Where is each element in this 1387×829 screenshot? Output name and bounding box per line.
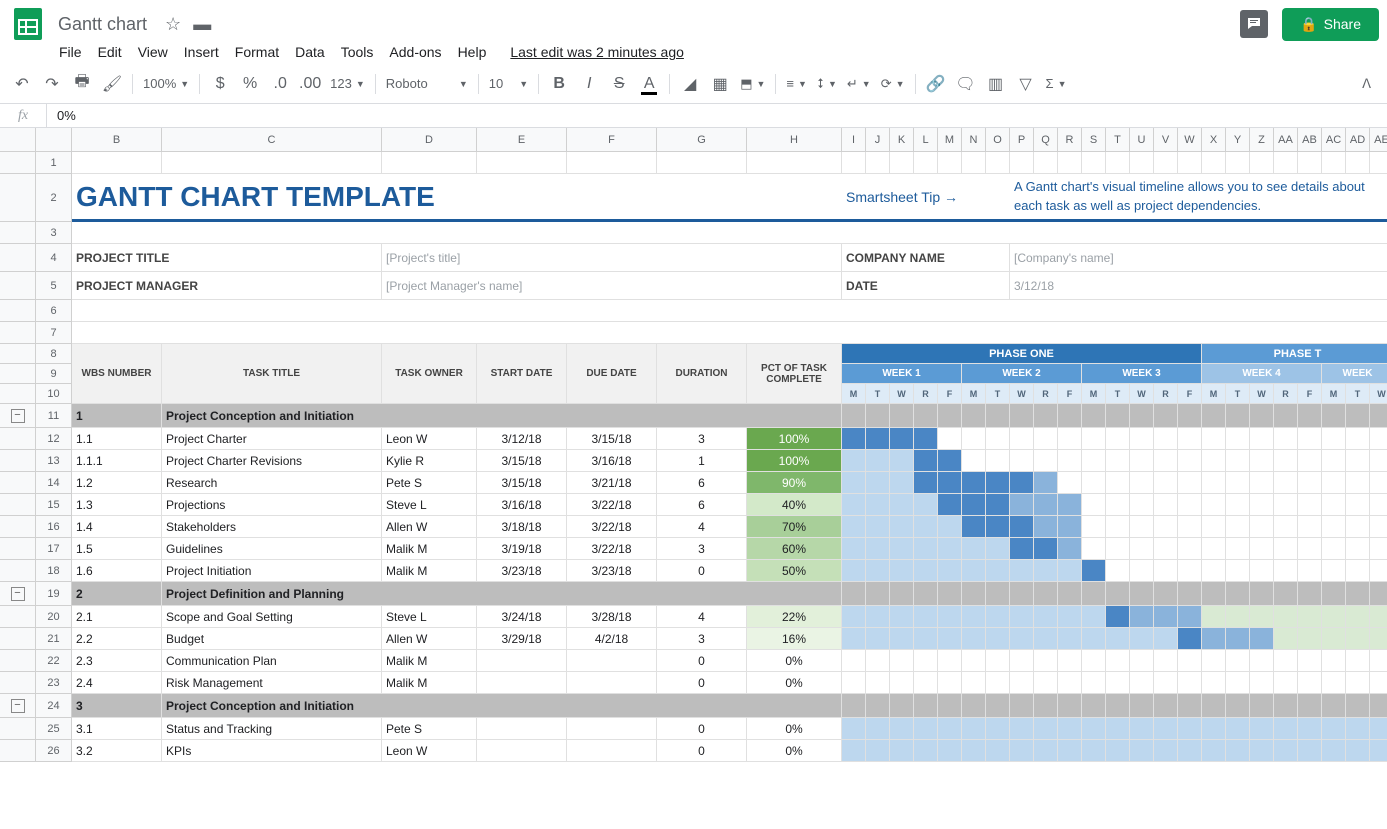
chart-button[interactable]: ▥ — [982, 71, 1010, 97]
rotate-button[interactable]: ⟳▼ — [877, 76, 909, 92]
menu-format[interactable]: Format — [228, 40, 286, 64]
formula-input[interactable]: 0% — [47, 108, 86, 123]
filter-button[interactable]: ▽ — [1012, 71, 1040, 97]
redo-button[interactable]: ↷ — [38, 71, 66, 97]
menu-file[interactable]: File — [52, 40, 89, 64]
doc-name[interactable]: Gantt chart — [52, 12, 153, 37]
paint-format-button[interactable]: 🖌 — [98, 71, 126, 97]
functions-button[interactable]: Σ▼ — [1042, 76, 1071, 91]
comments-button[interactable] — [1240, 10, 1268, 38]
merge-cells-button[interactable]: ⬒▼ — [736, 76, 769, 92]
last-edit-link[interactable]: Last edit was 2 minutes ago — [503, 40, 691, 64]
menu-edit[interactable]: Edit — [91, 40, 129, 64]
increase-decimal-button[interactable]: .00 — [296, 71, 324, 97]
share-button[interactable]: 🔒 Share — [1282, 8, 1379, 41]
borders-button[interactable]: ▦ — [706, 71, 734, 97]
menu-view[interactable]: View — [131, 40, 175, 64]
star-icon[interactable]: ☆ — [165, 14, 181, 35]
toolbar: ↶ ↷ 🖶 🖌 100%▼ $ % .0 .00 123▼ Roboto▼ 10… — [0, 64, 1387, 104]
print-button[interactable]: 🖶 — [68, 71, 96, 97]
text-color-button[interactable]: A — [635, 71, 663, 97]
menu-addons[interactable]: Add-ons — [382, 40, 448, 64]
fill-color-button[interactable]: ◢ — [676, 71, 704, 97]
italic-button[interactable]: I — [575, 71, 603, 97]
strike-button[interactable]: S — [605, 71, 633, 97]
undo-button[interactable]: ↶ — [8, 71, 36, 97]
link-button[interactable]: 🔗 — [922, 71, 950, 97]
h-align-button[interactable]: ≡▼ — [782, 76, 811, 91]
bold-button[interactable]: B — [545, 71, 573, 97]
v-align-button[interactable]: ⭥▼ — [813, 76, 841, 92]
format-currency-button[interactable]: $ — [206, 71, 234, 97]
lock-icon: 🔒 — [1300, 16, 1317, 33]
font-size-select[interactable]: 10▼ — [485, 76, 532, 91]
format-percent-button[interactable]: % — [236, 71, 264, 97]
title-bar: Gantt chart ☆ ▬ 🔒 Share — [0, 0, 1387, 40]
wrap-button[interactable]: ↵▼ — [843, 76, 875, 92]
folder-icon[interactable]: ▬ — [193, 14, 211, 35]
font-select[interactable]: Roboto▼ — [382, 76, 472, 91]
spreadsheet-grid[interactable]: BCDEFGHIJKLMNOPQRSTUVWXYZAAABACADAE12GAN… — [0, 128, 1387, 829]
comment-button[interactable]: 🗨 — [952, 71, 980, 97]
collapse-toolbar-button[interactable]: ᐱ — [1354, 72, 1379, 96]
menu-tools[interactable]: Tools — [334, 40, 381, 64]
menu-insert[interactable]: Insert — [177, 40, 226, 64]
menu-data[interactable]: Data — [288, 40, 332, 64]
menu-help[interactable]: Help — [451, 40, 494, 64]
formula-bar: fx 0% — [0, 104, 1387, 128]
sheets-logo-icon[interactable] — [8, 4, 48, 44]
menu-bar: File Edit View Insert Format Data Tools … — [0, 40, 1387, 64]
decrease-decimal-button[interactable]: .0 — [266, 71, 294, 97]
more-formats-select[interactable]: 123▼ — [326, 76, 369, 91]
fx-icon: fx — [0, 108, 46, 124]
zoom-select[interactable]: 100%▼ — [139, 76, 193, 91]
